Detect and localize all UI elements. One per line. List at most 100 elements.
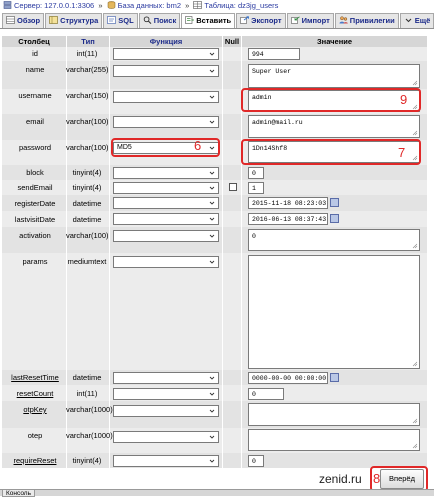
server-icon [3,1,12,9]
watermark: zenid.ru [319,472,362,486]
value-input-lastresettime[interactable]: 0000-00-00 00:00:00 [248,372,328,384]
function-select[interactable] [113,455,219,467]
function-select[interactable] [113,256,219,268]
breadcrumb-table-link[interactable]: Таблица: dz3jg_users [204,1,278,10]
function-select[interactable] [113,230,219,242]
field-name: registerDate [14,199,56,208]
privileges-icon [339,16,348,24]
function-select[interactable] [113,197,219,209]
value-input-block[interactable]: 0 [248,167,264,179]
value-input-id[interactable]: 994 [248,48,300,60]
tab-import[interactable]: Импорт [286,13,334,28]
breadcrumb-database-link[interactable]: База данных: bm2 [118,1,181,10]
field-name: sendEmail [17,183,53,192]
calendar-icon[interactable] [330,214,339,223]
browse-icon [6,16,15,24]
calendar-icon[interactable] [330,373,339,382]
breadcrumb-separator: » [185,1,190,10]
tab-label: SQL [118,16,134,25]
divider [0,31,434,32]
chevron-down-icon [209,409,215,413]
field-type: varchar(100) [66,117,109,126]
tab-label: Привилегии [349,16,395,25]
tab-insert[interactable]: Вставить [181,13,236,28]
value-textarea-otep[interactable] [248,429,420,451]
chevron-down-icon [209,95,215,99]
tab-export[interactable]: Экспорт [236,13,286,28]
function-select[interactable] [113,167,219,179]
sql-icon [107,16,117,24]
value-textarea-activation[interactable]: 0 [248,229,420,251]
resize-grip-icon[interactable] [412,243,418,249]
value-textarea-otpkey[interactable] [248,403,420,426]
null-checkbox[interactable] [229,183,237,191]
tab-bar: Обзор Структура SQL Поиск Вставить Экспорт Имп… [0,13,434,29]
breadcrumb-server-link[interactable]: Сервер: 127.0.0.1:3306 [14,1,94,10]
field-name: activation [19,231,51,240]
field-name: otep [27,431,43,440]
tab-label: Обзор [17,16,41,25]
resize-grip-icon[interactable] [412,443,418,449]
function-select[interactable] [113,431,219,443]
field-type: varchar(100) [66,231,109,240]
console-bar [0,489,434,496]
tab-label: Структура [60,16,99,25]
tab-browse[interactable]: Обзор [2,13,45,28]
resize-grip-icon[interactable] [412,361,418,367]
function-select[interactable] [113,48,219,60]
header-column: Столбец [2,36,66,47]
tab-label: Вставить [196,16,232,25]
tab-search[interactable]: Поиск [138,13,181,28]
chevron-down-icon [209,459,215,463]
header-type[interactable]: Тип [67,36,109,47]
value-input-registerdate[interactable]: 2015-11-18 08:23:03 [248,197,328,209]
function-select[interactable] [113,91,219,103]
tab-label: Поиск [153,16,177,25]
field-type: datetime [72,215,102,224]
value-input-resetcount[interactable]: 0 [248,388,284,400]
resize-grip-icon[interactable] [412,418,418,424]
function-select[interactable] [113,213,219,225]
value-textarea-email[interactable]: admin@mail.ru [248,115,420,138]
resize-grip-icon[interactable] [412,80,418,86]
value-input-sendemail[interactable]: 1 [248,182,264,194]
field-name: resetCount [16,389,54,398]
function-select[interactable] [113,65,219,77]
calendar-icon[interactable] [330,198,339,207]
tab-sql[interactable]: SQL [103,13,138,28]
header-value: Значение [242,36,427,47]
field-name: lastResetTime [11,373,59,382]
more-chevron-icon [405,18,412,23]
header-function[interactable]: Функция [110,36,222,47]
chevron-down-icon [209,201,215,205]
value-input-lastvisitdate[interactable]: 2016-06-13 08:37:43 [248,213,328,225]
function-select[interactable] [113,372,219,384]
tab-privileges[interactable]: Привилегии [334,13,399,28]
export-icon [240,16,250,24]
function-select[interactable] [113,388,219,400]
highlight-box-password [241,139,421,165]
function-select[interactable] [113,405,219,417]
chevron-down-icon [209,376,215,380]
field-type: varchar(255) [66,65,109,74]
highlight-box-function [111,138,220,157]
tab-label: Ещё [414,16,431,25]
field-name: params [22,257,48,266]
value-textarea-params[interactable] [248,255,420,369]
field-type: tinyint(4) [72,168,102,177]
tab-structure[interactable]: Структура [45,13,103,28]
tab-label: Импорт [301,16,330,25]
breadcrumb-separator: » [98,1,103,10]
chevron-down-icon [209,392,215,396]
function-select[interactable] [113,116,219,128]
tab-more[interactable]: Ещё [399,13,434,28]
resize-grip-icon[interactable] [412,130,418,136]
field-type: tinyint(4) [72,456,102,465]
value-textarea-name[interactable]: Super User [248,64,420,88]
field-name: id [32,49,38,58]
annotation-number: 7 [398,145,406,160]
function-select[interactable] [113,182,219,194]
value-input-requirereset[interactable]: 0 [248,455,264,467]
chevron-down-icon [209,435,215,439]
go-button[interactable]: Вперёд [380,469,424,489]
